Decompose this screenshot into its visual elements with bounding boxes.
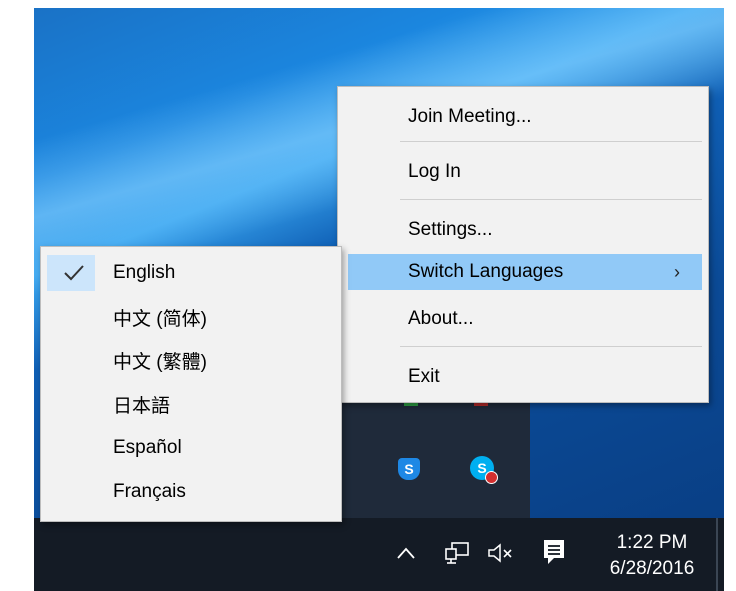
menu-item-label: Switch Languages	[408, 261, 564, 282]
tray-overflow-panel	[342, 400, 530, 518]
skype-status-dot-icon	[485, 471, 498, 484]
menu-item-switch-languages[interactable]: Switch Languages ›	[348, 254, 702, 290]
shield-glyph: S	[404, 461, 414, 477]
language-item-label: English	[113, 262, 176, 283]
action-center-icon[interactable]	[542, 538, 566, 566]
submenu-arrow-icon: ›	[674, 261, 680, 282]
menu-item-label: Settings...	[408, 219, 493, 240]
language-item-label: 中文 (繁體)	[113, 351, 207, 373]
volume-muted-icon[interactable]	[486, 541, 514, 565]
skype-icon[interactable]: S	[470, 456, 498, 484]
network-icon[interactable]	[444, 541, 470, 565]
language-item-simplified-chinese[interactable]: 中文 (简体)	[41, 299, 341, 335]
language-submenu: English 中文 (简体) 中文 (繁體) 日本語 Español Fran…	[40, 246, 342, 522]
menu-item-label: Join Meeting...	[408, 106, 532, 127]
language-item-french[interactable]: Français	[41, 474, 341, 510]
language-item-spanish[interactable]: Español	[41, 430, 341, 466]
show-hidden-icons-chevron-icon[interactable]	[396, 546, 416, 560]
clock-date: 6/28/2016	[609, 558, 695, 579]
menu-separator	[400, 141, 702, 142]
menu-item-exit[interactable]: Exit	[338, 359, 708, 395]
tray-context-menu: Join Meeting... Log In Settings... Switc…	[337, 86, 709, 403]
language-item-label: 中文 (简体)	[113, 308, 207, 330]
menu-separator	[400, 346, 702, 347]
menu-item-log-in[interactable]: Log In	[338, 154, 708, 190]
menu-item-settings[interactable]: Settings...	[338, 212, 708, 248]
menu-item-label: About...	[408, 308, 474, 329]
system-clock[interactable]: 1:22 PM 6/28/2016	[596, 530, 708, 582]
language-item-japanese[interactable]: 日本語	[41, 386, 341, 422]
menu-item-join-meeting[interactable]: Join Meeting...	[338, 99, 708, 135]
security-shield-icon[interactable]: S	[398, 458, 420, 480]
menu-item-about[interactable]: About...	[338, 301, 708, 337]
language-item-label: 日本語	[113, 395, 171, 417]
show-desktop-divider[interactable]	[716, 518, 718, 591]
language-item-label: Français	[113, 481, 186, 502]
menu-separator	[400, 199, 702, 200]
menu-item-label: Log In	[408, 161, 461, 182]
clock-time: 1:22 PM	[616, 532, 688, 553]
checkmark-icon	[64, 265, 84, 281]
language-item-label: Español	[113, 437, 182, 458]
menu-item-label: Exit	[408, 366, 440, 387]
language-item-traditional-chinese[interactable]: 中文 (繁體)	[41, 342, 341, 378]
language-item-english[interactable]: English	[41, 255, 341, 291]
